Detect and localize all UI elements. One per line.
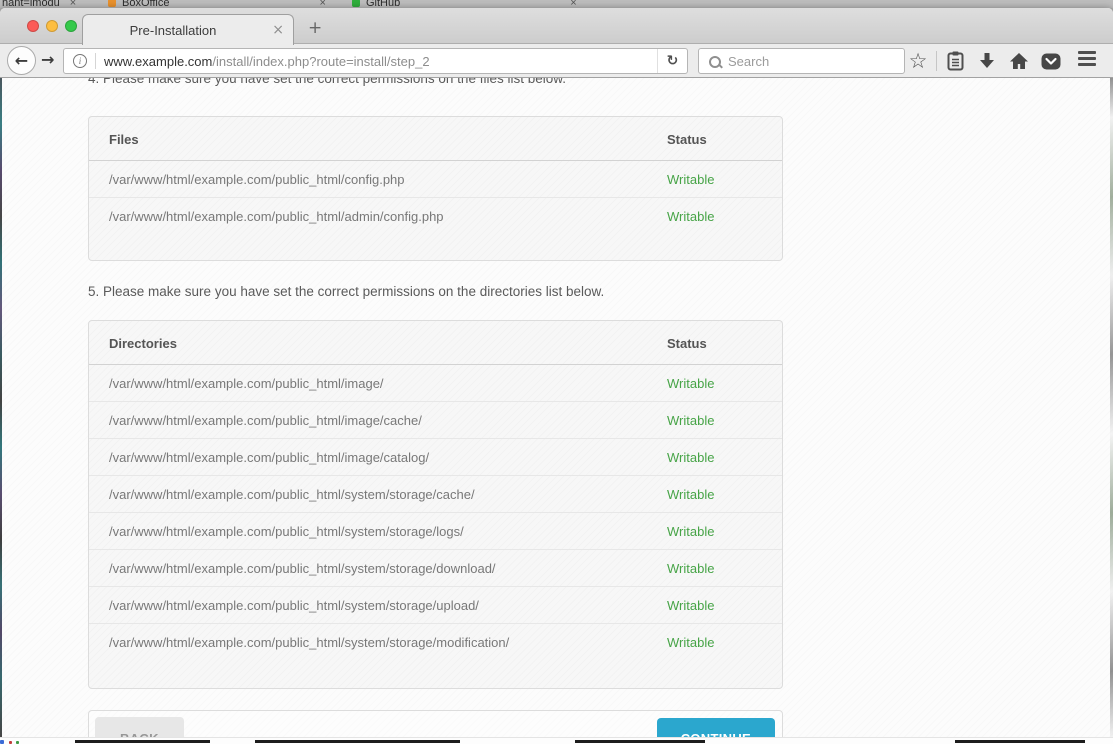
file-path: /var/www/html/example.com/public_html/ad… <box>109 209 667 224</box>
home-icon[interactable] <box>1003 52 1035 70</box>
table-row: /var/www/html/example.com/public_html/im… <box>89 401 782 438</box>
blue-pixel-fragment <box>0 740 4 744</box>
step-5-heading: 5. Please make sure you have set the cor… <box>88 284 604 299</box>
status-badge: Writable <box>667 635 762 650</box>
background-text-fragment <box>255 740 460 743</box>
background-tab-fragment: GitHub× <box>352 0 591 8</box>
step-4-heading-clipped: 4. Please make sure you have set the cor… <box>88 78 783 91</box>
directory-path: /var/www/html/example.com/public_html/sy… <box>109 598 667 613</box>
search-bar[interactable] <box>698 48 905 74</box>
table-row: /var/www/html/example.com/public_html/ad… <box>89 197 782 234</box>
directories-table-rows: /var/www/html/example.com/public_html/im… <box>89 365 782 688</box>
background-window-tab-strip: hant=imodu× BoxOffice× GitHub× <box>0 0 1113 8</box>
directory-path: /var/www/html/example.com/public_html/im… <box>109 413 667 428</box>
installer-content: 4. Please make sure you have set the cor… <box>88 78 783 737</box>
table-row: /var/www/html/example.com/public_html/im… <box>89 438 782 475</box>
files-column-header: Files <box>109 132 667 147</box>
directories-permissions-panel: Directories Status /var/www/html/example… <box>88 320 783 689</box>
url-text[interactable]: www.example.com/install/index.php?route=… <box>104 54 657 69</box>
window-minimize-button[interactable] <box>46 20 58 32</box>
status-badge: Writable <box>667 524 762 539</box>
status-badge: Writable <box>667 172 762 187</box>
table-row: /var/www/html/example.com/public_html/sy… <box>89 475 782 512</box>
table-row: /var/www/html/example.com/public_html/co… <box>89 161 782 197</box>
firefox-window: Pre-Installation × + ← → i www.example.c… <box>0 8 1113 744</box>
file-path: /var/www/html/example.com/public_html/co… <box>109 172 667 187</box>
back-icon[interactable]: ← <box>7 46 36 75</box>
directory-path: /var/www/html/example.com/public_html/im… <box>109 450 667 465</box>
url-bar[interactable]: i www.example.com/install/index.php?rout… <box>63 48 688 74</box>
reload-icon[interactable]: ↻ <box>657 49 687 73</box>
table-row: /var/www/html/example.com/public_html/im… <box>89 365 782 401</box>
background-text-fragment <box>575 740 705 743</box>
background-text-fragment <box>955 740 1085 743</box>
search-input[interactable] <box>728 54 904 69</box>
status-badge: Writable <box>667 561 762 576</box>
continue-button[interactable]: CONTINUE <box>657 718 775 737</box>
status-badge: Writable <box>667 450 762 465</box>
forward-icon[interactable]: → <box>41 50 54 69</box>
window-zoom-button[interactable] <box>65 20 77 32</box>
tab-pre-installation[interactable]: Pre-Installation × <box>82 14 294 45</box>
step-4-heading: 4. Please make sure you have set the cor… <box>88 78 783 86</box>
table-row: /var/www/html/example.com/public_html/sy… <box>89 512 782 549</box>
status-badge: Writable <box>667 413 762 428</box>
background-tab-fragment: BoxOffice× <box>108 0 340 8</box>
status-column-header: Status <box>667 132 762 147</box>
table-row: /var/www/html/example.com/public_html/sy… <box>89 623 782 660</box>
tab-close-icon[interactable]: × <box>272 22 284 38</box>
status-badge: Writable <box>667 487 762 502</box>
directory-path: /var/www/html/example.com/public_html/im… <box>109 376 667 391</box>
status-badge: Writable <box>667 209 762 224</box>
table-row: /var/www/html/example.com/public_html/sy… <box>89 586 782 623</box>
divider <box>95 53 96 69</box>
table-row: /var/www/html/example.com/public_html/sy… <box>89 549 782 586</box>
directories-column-header: Directories <box>109 336 667 351</box>
site-info-icon[interactable]: i <box>73 54 87 68</box>
directory-path: /var/www/html/example.com/public_html/sy… <box>109 524 667 539</box>
background-text-fragment <box>75 740 210 743</box>
search-icon <box>709 56 720 67</box>
background-tab-fragment: hant=imodu× <box>2 0 90 8</box>
pocket-icon[interactable] <box>1035 53 1067 70</box>
status-badge: Writable <box>667 376 762 391</box>
navigation-toolbar: ← → i www.example.com/install/index.php?… <box>0 44 1113 78</box>
directory-path: /var/www/html/example.com/public_html/sy… <box>109 487 667 502</box>
window-close-button[interactable] <box>27 20 39 32</box>
reading-list-icon[interactable] <box>939 51 971 71</box>
files-table-rows: /var/www/html/example.com/public_html/co… <box>89 161 782 260</box>
status-column-header: Status <box>667 336 762 351</box>
tab-bar: Pre-Installation × + <box>0 8 1113 44</box>
bookmark-star-icon[interactable]: ☆ <box>902 51 934 72</box>
menu-icon[interactable] <box>1071 48 1103 74</box>
green-favicon-icon <box>352 0 360 7</box>
divider <box>936 51 937 71</box>
directories-table-header: Directories Status <box>89 321 782 365</box>
downloads-icon[interactable] <box>971 52 1003 70</box>
directory-path: /var/www/html/example.com/public_html/sy… <box>109 635 667 650</box>
files-permissions-panel: Files Status /var/www/html/example.com/p… <box>88 116 783 261</box>
left-edge-background-sliver <box>0 78 2 737</box>
page-viewport: 4. Please make sure you have set the cor… <box>0 78 1113 737</box>
directory-path: /var/www/html/example.com/public_html/sy… <box>109 561 667 576</box>
new-tab-icon[interactable]: + <box>308 18 322 38</box>
tab-title: Pre-Installation <box>83 23 263 38</box>
toolbar-icons: ☆ <box>902 44 1113 78</box>
back-button[interactable]: BACK <box>95 717 184 737</box>
step-5-heading-wrap: 5. Please make sure you have set the cor… <box>88 283 783 301</box>
status-badge: Writable <box>667 598 762 613</box>
files-table-header: Files Status <box>89 117 782 161</box>
orange-favicon-icon <box>108 0 116 7</box>
wizard-footer: BACK CONTINUE <box>88 710 783 737</box>
background-window-bottom-strip <box>0 737 1113 744</box>
